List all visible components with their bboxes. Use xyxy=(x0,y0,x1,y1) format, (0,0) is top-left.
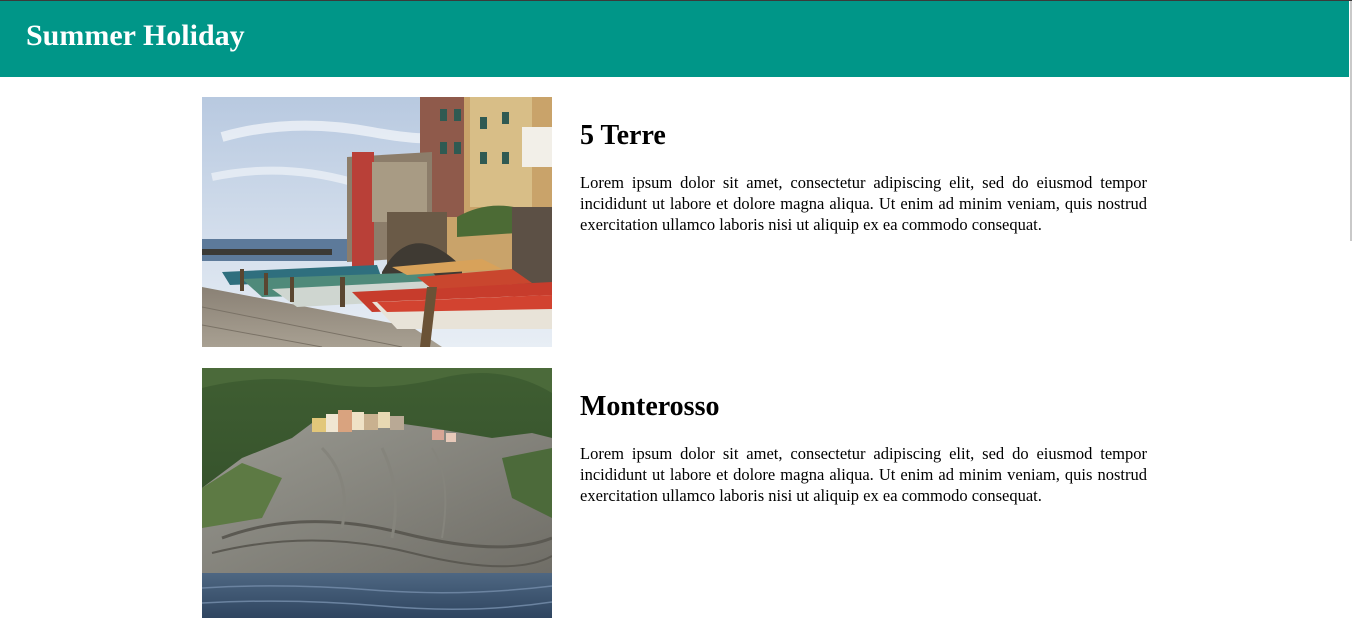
page-header: Summer Holiday xyxy=(0,1,1349,77)
article-title: Monterosso xyxy=(580,391,720,422)
article-card: 5 Terre Lorem ipsum dolor sit amet, cons… xyxy=(202,97,1148,347)
article-body: Lorem ipsum dolor sit amet, consectetur … xyxy=(580,444,1147,505)
article-body: Lorem ipsum dolor sit amet, consectetur … xyxy=(580,173,1147,234)
article-card: Monterosso Lorem ipsum dolor sit amet, c… xyxy=(202,368,1148,618)
harbor-boats-photo xyxy=(202,97,552,347)
article-title: 5 Terre xyxy=(580,120,666,151)
page-title: Summer Holiday xyxy=(26,19,245,52)
cliff-village-photo xyxy=(202,368,552,618)
